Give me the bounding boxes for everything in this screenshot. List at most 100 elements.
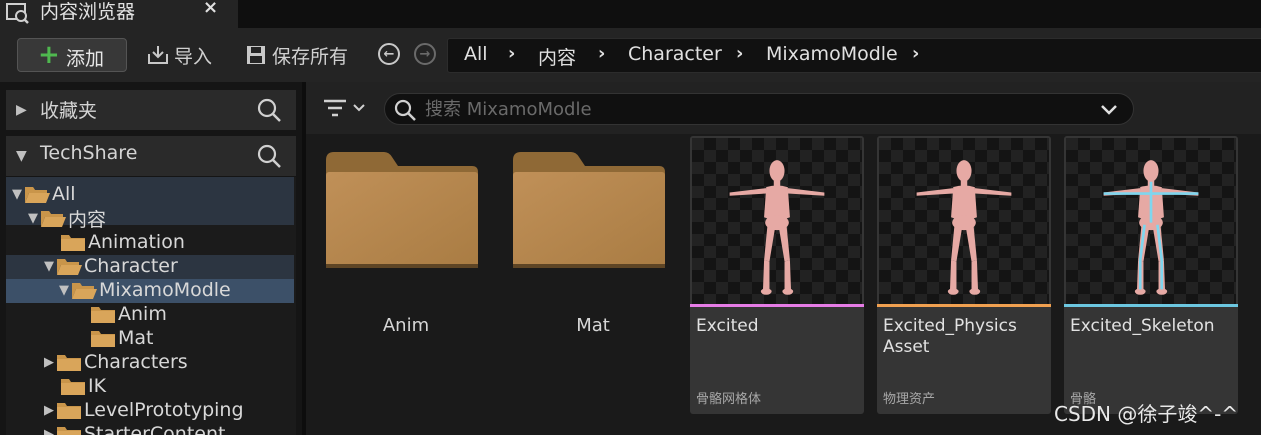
expand-arrow-icon[interactable]: ▶ — [16, 102, 27, 118]
tree-item-levelprototyping[interactable]: ▶ LevelPrototyping — [42, 398, 244, 422]
tree-item-content[interactable]: ▼ 内容 — [26, 206, 107, 231]
favorites-header[interactable]: ▶ 收藏夹 — [6, 90, 296, 130]
tree-item-ik[interactable]: IK — [46, 374, 106, 398]
asset-name: Excited_Physics Asset — [883, 316, 1017, 357]
folder-open-icon — [40, 208, 66, 228]
search-input[interactable] — [425, 96, 1065, 122]
folder-icon — [56, 424, 82, 435]
folder-open-icon — [56, 256, 82, 276]
expand-arrow-icon[interactable]: ▶ — [42, 403, 56, 418]
import-button[interactable]: 导入 — [146, 40, 212, 70]
breadcrumb-character[interactable]: Character — [628, 43, 722, 65]
asset-name: Excited — [696, 316, 759, 336]
asset-type: 骨骼网格体 — [696, 392, 762, 407]
watermark: CSDN @徐子竣^-^ — [1054, 402, 1239, 426]
tree-item-characters[interactable]: ▶ Characters — [42, 350, 188, 374]
folder-icon — [60, 376, 86, 396]
search-icon — [394, 99, 416, 121]
tree-item-label: IK — [88, 375, 107, 397]
sources-panel: ▶ 收藏夹 ▼ TechShare ▼ All ▼ 内容 Animation ▼… — [0, 82, 302, 435]
search-icon[interactable] — [256, 143, 282, 169]
expand-arrow-icon[interactable]: ▼ — [42, 259, 56, 274]
folder-open-icon — [71, 280, 97, 300]
project-header[interactable]: ▼ TechShare — [6, 136, 296, 176]
folder-label: Anim — [382, 315, 430, 336]
forward-arrow-icon[interactable]: → — [414, 43, 436, 65]
asset-type: 物理资产 — [883, 392, 936, 407]
asset-thumbnail — [879, 138, 1049, 306]
import-icon — [148, 46, 168, 64]
tree-item-label: All — [52, 183, 76, 205]
folder-icon — [60, 232, 86, 252]
tab-content-browser[interactable]: 内容浏览器 × — [0, 0, 238, 28]
toolbar: + 添加 导入 保存所有 ← → All › 内容 › Character › … — [0, 28, 1261, 82]
folder-icon — [56, 352, 82, 372]
tree-item-anim[interactable]: Anim — [76, 302, 167, 326]
chevron-right-icon[interactable]: › — [508, 43, 515, 64]
import-label: 导入 — [174, 45, 213, 68]
asset-thumbnail — [1066, 138, 1236, 306]
tree-item-label: 内容 — [68, 208, 107, 231]
tree-item-mixamomodle[interactable]: ▼ MixamoModle — [57, 278, 231, 302]
breadcrumb-content[interactable]: 内容 — [538, 43, 576, 70]
tree-item-label: LevelPrototyping — [84, 399, 244, 421]
content-browser-icon — [6, 3, 29, 24]
search-field[interactable] — [384, 93, 1134, 125]
asset-tile-excited[interactable]: Excited 骨骼网格体 — [690, 136, 864, 414]
folder-icon — [56, 400, 82, 420]
tree-item-label: Animation — [88, 231, 185, 253]
tree-item-mat[interactable]: Mat — [76, 326, 154, 350]
asset-tile-excited-skeleton[interactable]: Excited_Skeleton 骨骼 — [1064, 136, 1238, 414]
folder-tile-anim[interactable]: Anim — [326, 152, 486, 422]
plus-icon: + — [38, 40, 60, 70]
tree-item-label: StarterContent — [84, 423, 226, 435]
expand-arrow-icon[interactable]: ▼ — [10, 187, 24, 202]
search-icon[interactable] — [256, 97, 282, 123]
tree-item-label: MixamoModle — [99, 279, 231, 301]
tab-title: 内容浏览器 — [40, 1, 136, 23]
mannequin-icon — [722, 158, 832, 298]
breadcrumb-all[interactable]: All — [464, 43, 488, 65]
tree-item-animation[interactable]: Animation — [46, 230, 185, 254]
breadcrumb-mixamomodle[interactable]: MixamoModle — [766, 43, 898, 65]
chevron-right-icon[interactable]: › — [598, 43, 605, 64]
expand-arrow-icon[interactable]: ▶ — [42, 355, 56, 370]
folder-tile-mat[interactable]: Mat — [513, 152, 673, 422]
project-label: TechShare — [40, 142, 138, 164]
asset-thumbnail — [692, 138, 862, 306]
expand-arrow-icon[interactable]: ▶ — [42, 427, 56, 435]
filter-bar — [306, 82, 1261, 134]
chevron-right-icon[interactable]: › — [912, 43, 919, 64]
mannequin-icon — [909, 158, 1019, 298]
chevron-down-icon[interactable] — [1099, 102, 1119, 118]
tree-item-label: Mat — [118, 327, 154, 349]
close-icon[interactable]: × — [203, 0, 218, 18]
save-icon — [247, 46, 265, 64]
asset-type-bar — [877, 304, 1051, 307]
tree-item-all[interactable]: ▼ All — [10, 182, 76, 206]
collapse-arrow-icon[interactable]: ▼ — [16, 148, 27, 164]
tree-item-label: Character — [84, 255, 178, 277]
breadcrumb: All › 内容 › Character › MixamoModle › — [447, 38, 1261, 73]
folder-icon — [326, 152, 478, 268]
chevron-right-icon[interactable]: › — [736, 43, 743, 64]
asset-view: Anim Mat Excited 骨骼网格体 Excited_Physics A… — [306, 82, 1261, 435]
add-button[interactable]: + 添加 — [17, 38, 127, 72]
filter-icon[interactable] — [322, 96, 370, 122]
add-button-label: 添加 — [66, 48, 105, 70]
asset-type-bar — [1064, 304, 1238, 307]
asset-type-bar — [690, 304, 864, 307]
expand-arrow-icon[interactable]: ▼ — [26, 211, 40, 226]
asset-name: Excited_Skeleton — [1070, 316, 1215, 336]
expand-arrow-icon[interactable]: ▼ — [57, 283, 71, 298]
folder-tree: ▼ All ▼ 内容 Animation ▼ Character ▼ Mixam… — [6, 177, 296, 435]
asset-tile-excited-physics-asset[interactable]: Excited_Physics Asset 物理资产 — [877, 136, 1051, 414]
folder-icon — [90, 304, 116, 324]
tree-item-label: Characters — [84, 351, 188, 373]
tree-item-character[interactable]: ▼ Character — [42, 254, 178, 278]
folder-open-icon — [24, 184, 50, 204]
skeleton-overlay-icon — [1103, 181, 1199, 290]
tree-item-startercontent[interactable]: ▶ StarterContent — [42, 422, 225, 435]
back-arrow-icon[interactable]: ← — [378, 43, 400, 65]
save-all-button[interactable]: 保存所有 — [244, 40, 348, 70]
